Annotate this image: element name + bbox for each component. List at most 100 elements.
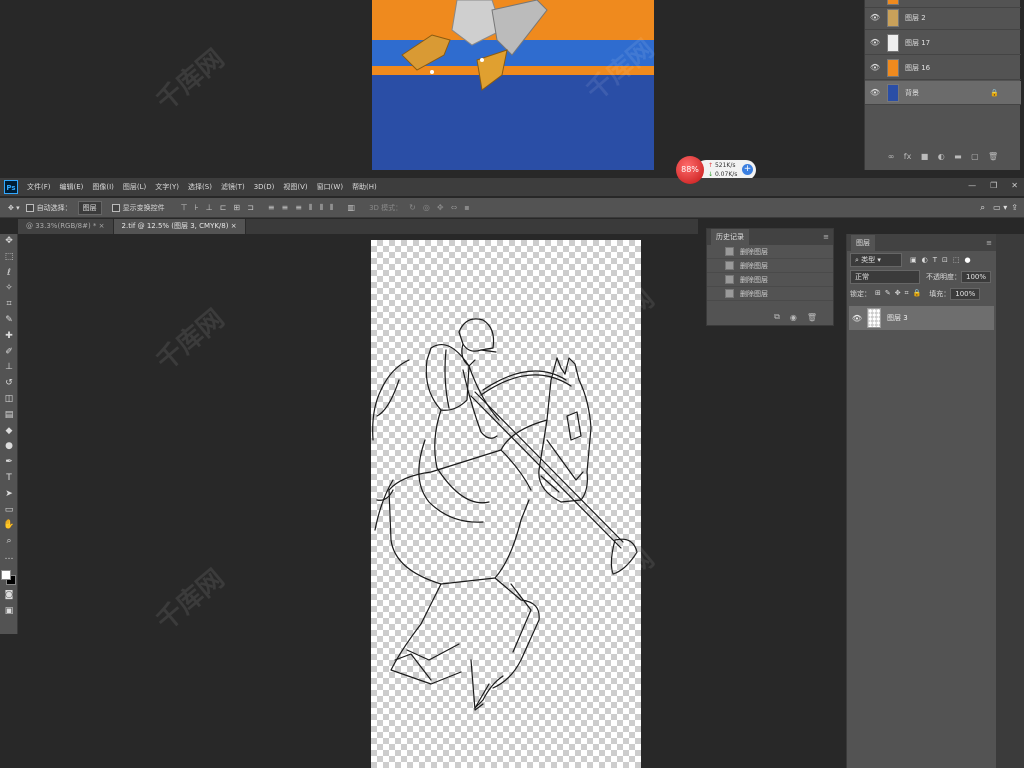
menu-filter[interactable]: 滤镜(T) bbox=[221, 182, 245, 192]
plus-icon[interactable]: + bbox=[742, 164, 753, 175]
eye-icon[interactable]: 👁 bbox=[865, 88, 885, 97]
hand-tool-icon[interactable]: ✋ bbox=[0, 518, 18, 534]
align-vcenter-icon[interactable]: ⊦ bbox=[195, 203, 199, 212]
blend-mode-dropdown[interactable]: 正常 bbox=[850, 269, 920, 284]
align-right-icon[interactable]: ⊐ bbox=[247, 203, 254, 212]
trash-icon[interactable]: 🗑 bbox=[807, 313, 817, 322]
rectangle-tool-icon[interactable]: ▭ bbox=[0, 503, 18, 519]
menu-select[interactable]: 选择(S) bbox=[188, 182, 212, 192]
auto-select-checkbox[interactable]: 自动选择： bbox=[25, 203, 72, 213]
layer-row[interactable]: 👁 图层 17 bbox=[865, 31, 1021, 55]
distribute-left-icon[interactable]: ⦀ bbox=[309, 203, 313, 213]
align-top-icon[interactable]: ⊤ bbox=[181, 203, 188, 212]
pen-tool-icon[interactable]: ✒ bbox=[0, 455, 18, 471]
align-left-icon[interactable]: ⊏ bbox=[220, 203, 227, 212]
new-document-from-state-icon[interactable]: ⧉ bbox=[774, 312, 780, 322]
lasso-tool-icon[interactable]: ℓ bbox=[0, 266, 18, 282]
move-tool-icon[interactable]: ✥ ▾ bbox=[8, 204, 20, 212]
share-icon[interactable]: ⇪ bbox=[1011, 203, 1018, 212]
history-item[interactable]: 删除图层 bbox=[707, 259, 833, 273]
trash-icon[interactable]: 🗑 bbox=[988, 152, 998, 161]
align-bottom-icon[interactable]: ⊥ bbox=[206, 203, 213, 212]
distribute-vcenter-icon[interactable]: ≡ bbox=[282, 203, 289, 212]
eye-icon[interactable]: 👁 bbox=[865, 38, 885, 47]
layer-row-background[interactable]: 👁 背景 🔒 bbox=[865, 81, 1021, 105]
tab-document-1[interactable]: @ 33.3%(RGB/8#) * × bbox=[18, 219, 114, 234]
history-item[interactable]: 删除图层 bbox=[707, 245, 833, 259]
search-icon[interactable]: ⌕ bbox=[980, 203, 985, 213]
3d-roll-icon[interactable]: ◎ bbox=[423, 203, 430, 212]
panel-menu-icon[interactable]: ≡ bbox=[986, 239, 992, 247]
type-tool-icon[interactable]: T bbox=[0, 471, 18, 487]
tab-document-2[interactable]: 2.tif @ 12.5% (图层 3, CMYK/8) × bbox=[113, 219, 246, 234]
eye-icon[interactable]: 👁 bbox=[865, 63, 885, 72]
crop-tool-icon[interactable]: ⌗ bbox=[0, 297, 18, 313]
panel-menu-icon[interactable]: ≡ bbox=[823, 233, 829, 241]
minimize-icon[interactable]: — bbox=[968, 181, 976, 190]
align-hcenter-icon[interactable]: ⊞ bbox=[233, 203, 240, 212]
healing-brush-tool-icon[interactable]: ✚ bbox=[0, 329, 18, 345]
3d-pan-icon[interactable]: ✥ bbox=[437, 203, 444, 212]
lock-icons[interactable]: ⊞✎✥⌗🔒 bbox=[875, 289, 925, 298]
brush-tool-icon[interactable]: ✐ bbox=[0, 345, 18, 361]
restore-icon[interactable]: ❐ bbox=[990, 181, 997, 190]
menu-type[interactable]: 文字(Y) bbox=[155, 182, 179, 192]
distribute-hcenter-icon[interactable]: ⦀ bbox=[319, 203, 323, 213]
menu-window[interactable]: 窗口(W) bbox=[317, 182, 343, 192]
3d-slide-icon[interactable]: ⇔ bbox=[451, 203, 458, 212]
adjustment-icon[interactable]: ◐ bbox=[938, 152, 945, 161]
close-icon[interactable]: × bbox=[99, 222, 105, 230]
fill-input[interactable]: 100% bbox=[950, 287, 981, 300]
distribute-bottom-icon[interactable]: ≡ bbox=[295, 203, 302, 212]
history-brush-tool-icon[interactable]: ↺ bbox=[0, 376, 18, 392]
new-layer-icon[interactable]: ▢ bbox=[971, 152, 979, 161]
stamp-tool-icon[interactable]: ⊥ bbox=[0, 360, 18, 376]
more-tools-icon[interactable]: … bbox=[0, 550, 18, 566]
dodge-tool-icon[interactable]: ● bbox=[0, 439, 18, 455]
menu-3d[interactable]: 3D(D) bbox=[254, 183, 275, 191]
distribute-top-icon[interactable]: ≡ bbox=[268, 203, 275, 212]
menu-layer[interactable]: 图层(L) bbox=[123, 182, 146, 192]
tab-history[interactable]: 历史记录 bbox=[711, 229, 749, 245]
menu-image[interactable]: 图像(I) bbox=[92, 182, 114, 192]
eraser-tool-icon[interactable]: ◫ bbox=[0, 392, 18, 408]
color-swatches[interactable] bbox=[0, 566, 17, 588]
snapshot-icon[interactable]: ◉ bbox=[790, 313, 797, 322]
eyedropper-tool-icon[interactable]: ✎ bbox=[0, 313, 18, 329]
menu-help[interactable]: 帮助(H) bbox=[352, 182, 377, 192]
auto-align-icon[interactable]: ▥ bbox=[348, 203, 356, 212]
fx-icon[interactable]: fx bbox=[904, 152, 912, 161]
workspace-icon[interactable]: ▭ ▾ bbox=[993, 203, 1007, 212]
layer-row[interactable]: 👁 图层 2 bbox=[865, 6, 1021, 30]
foreground-color[interactable] bbox=[1, 569, 11, 580]
eye-icon[interactable]: 👁 bbox=[865, 13, 885, 22]
auto-select-dropdown[interactable]: 图层 bbox=[77, 200, 102, 215]
3d-scale-icon[interactable]: ▪ bbox=[464, 203, 469, 212]
filter-kind-dropdown[interactable]: ⌕ 类型 ▾ bbox=[850, 252, 902, 267]
document-canvas[interactable] bbox=[371, 240, 641, 768]
history-item[interactable]: 删除图层 bbox=[707, 273, 833, 287]
zoom-tool-icon[interactable]: ⌕ bbox=[0, 534, 18, 550]
filter-icons[interactable]: ▣◐T⊡⬚ bbox=[910, 256, 964, 264]
screen-mode-icon[interactable]: ▣ bbox=[0, 604, 18, 620]
close-icon[interactable]: × bbox=[231, 222, 237, 230]
filter-toggle-icon[interactable]: ● bbox=[964, 256, 970, 264]
folder-icon[interactable]: ▬ bbox=[954, 152, 962, 161]
mask-icon[interactable]: ■ bbox=[921, 152, 929, 161]
distribute-right-icon[interactable]: ⦀ bbox=[330, 203, 334, 213]
quick-mask-icon[interactable]: ◙ bbox=[0, 588, 18, 604]
speed-percent[interactable]: 88% bbox=[676, 156, 704, 184]
move-tool-icon[interactable]: ✥ bbox=[0, 234, 18, 250]
link-icon[interactable]: ∞ bbox=[888, 152, 895, 161]
tab-layers[interactable]: 图层 bbox=[851, 234, 875, 251]
history-item[interactable]: 删除图层 bbox=[707, 287, 833, 301]
layer-row[interactable]: 👁 图层 16 bbox=[865, 56, 1021, 80]
transform-controls-checkbox[interactable]: 显示变换控件 bbox=[111, 203, 165, 213]
marquee-tool-icon[interactable]: ⬚ bbox=[0, 250, 18, 266]
blur-tool-icon[interactable]: ◆ bbox=[0, 424, 18, 440]
menu-view[interactable]: 视图(V) bbox=[283, 182, 307, 192]
path-selection-tool-icon[interactable]: ➤ bbox=[0, 487, 18, 503]
layer-row-selected[interactable]: 👁 图层 3 bbox=[849, 306, 994, 330]
menu-edit[interactable]: 编辑(E) bbox=[60, 182, 84, 192]
gradient-tool-icon[interactable]: ▤ bbox=[0, 408, 18, 424]
